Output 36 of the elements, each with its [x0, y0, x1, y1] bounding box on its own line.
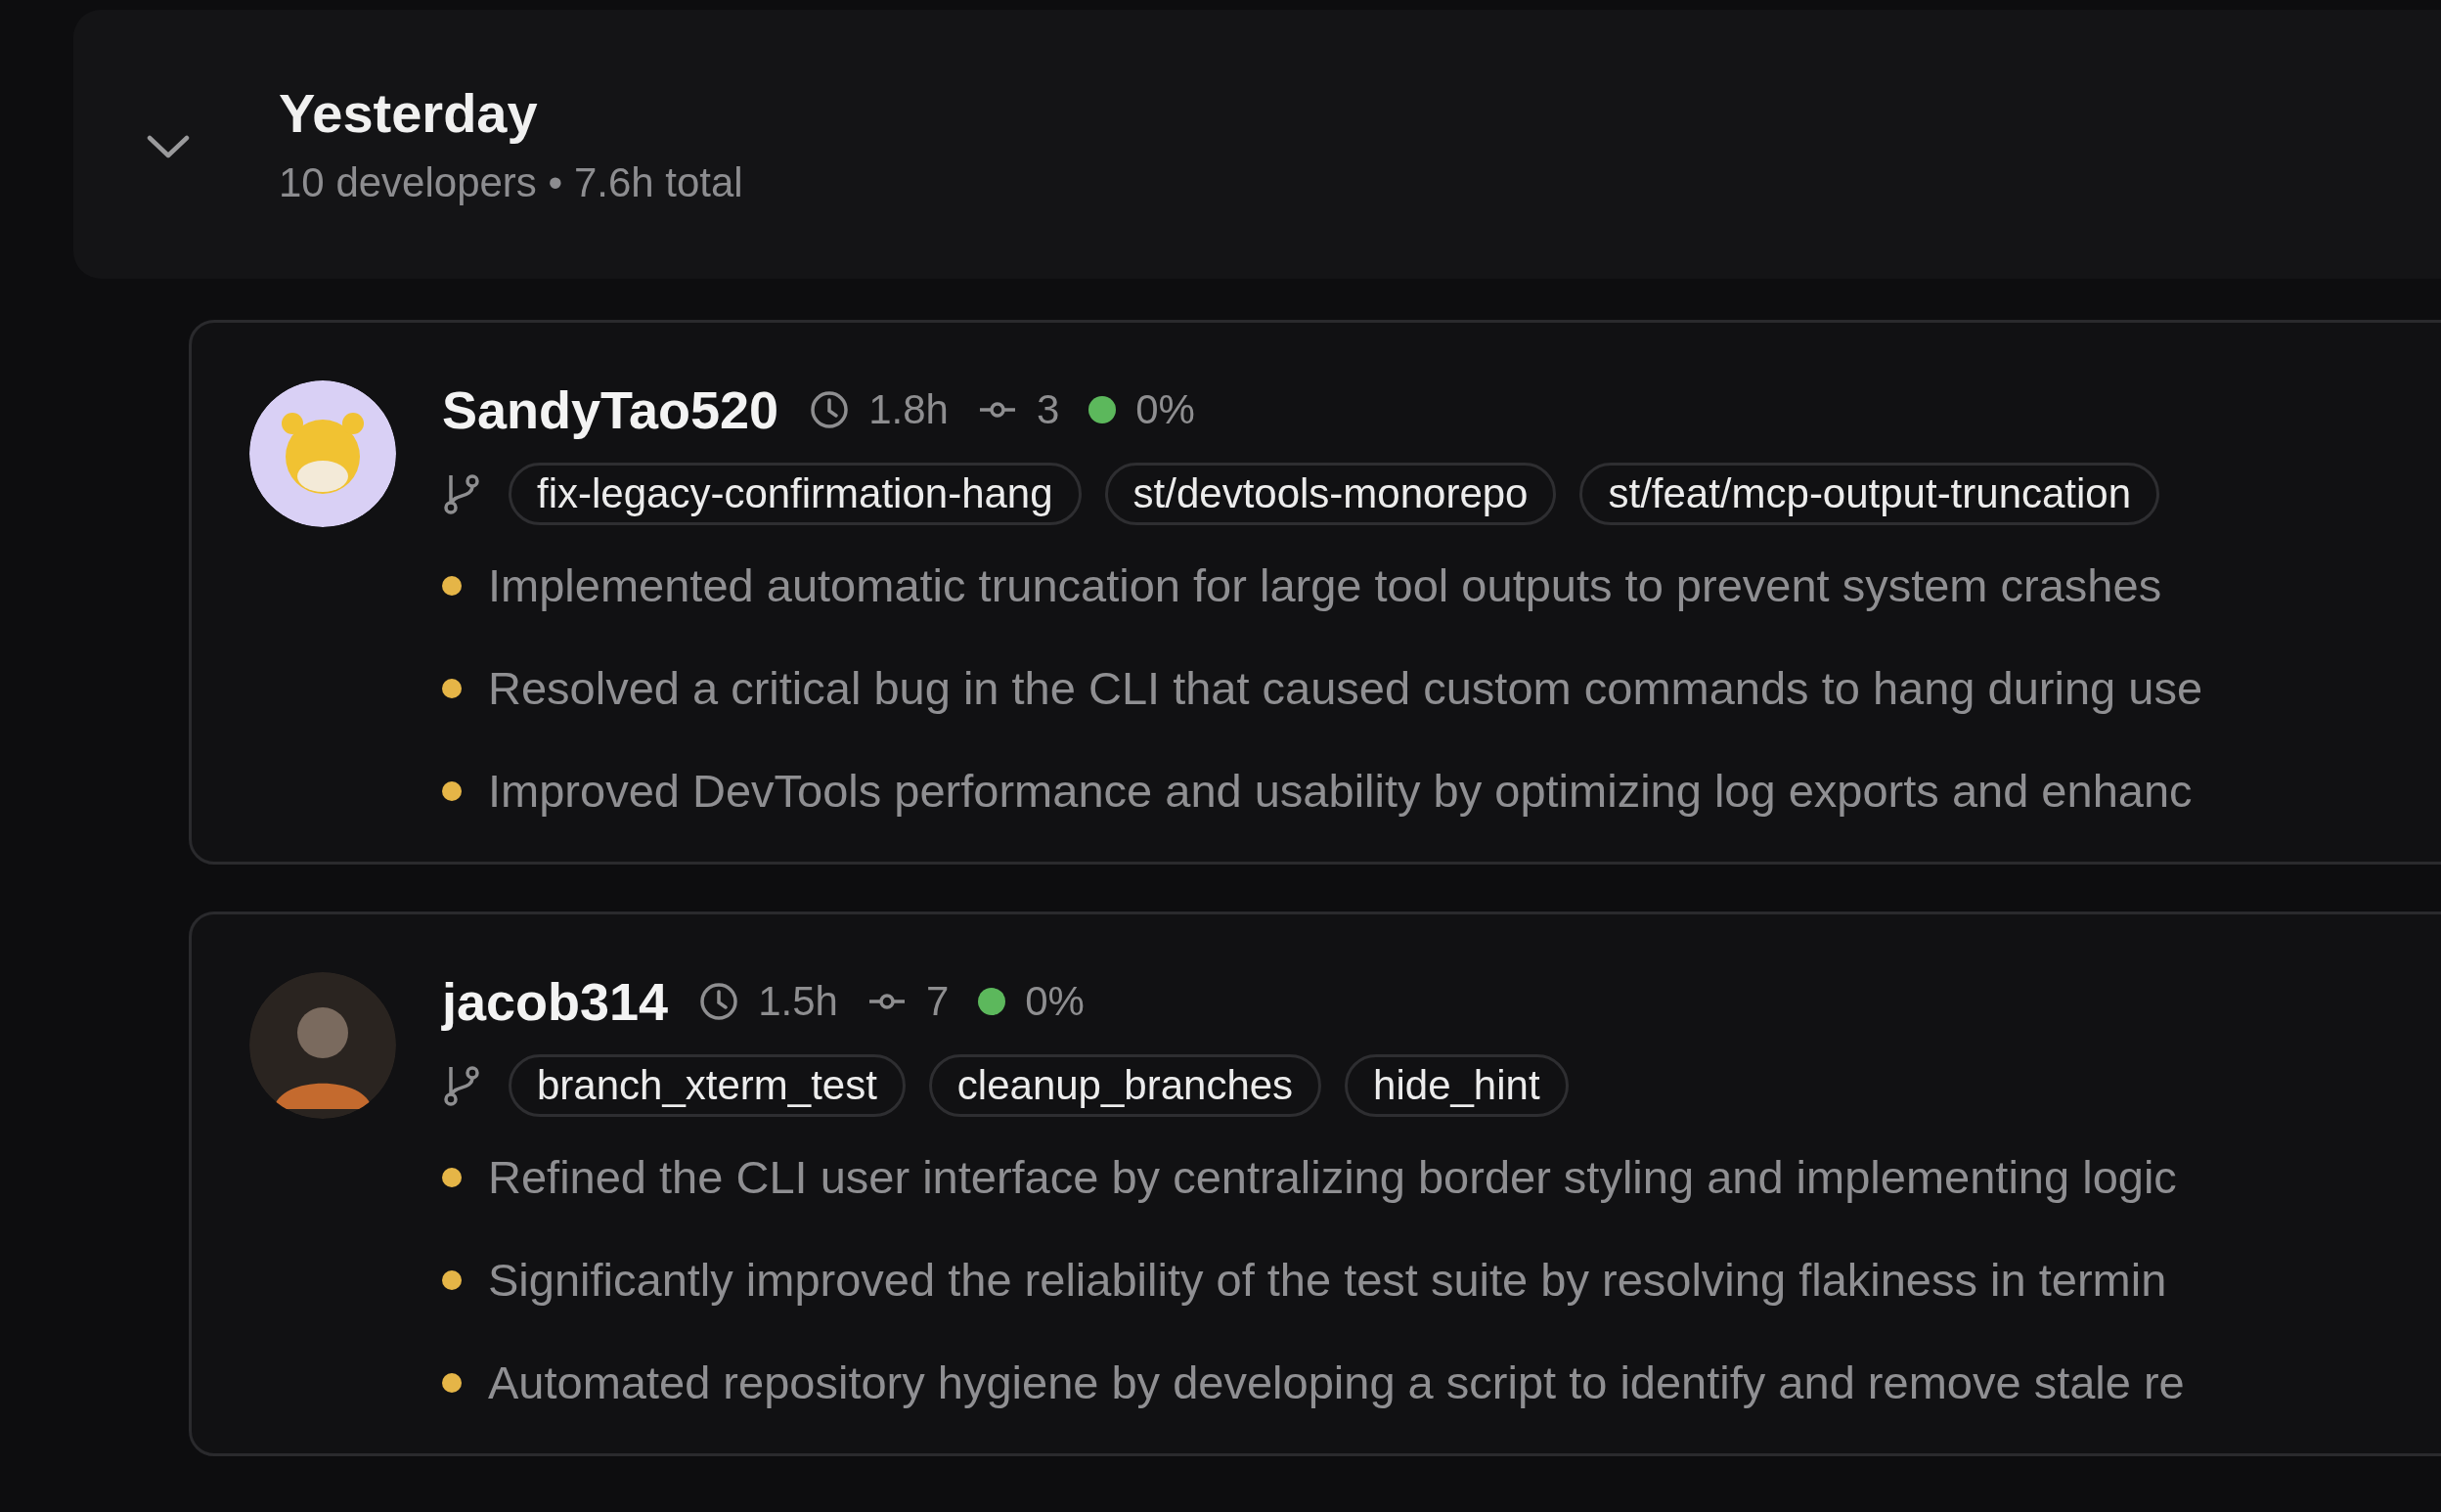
highlight-text: Refined the CLI user interface by centralizing border styling and implementing logic [488, 1150, 2177, 1205]
branch-icon [442, 1064, 481, 1107]
bullet-icon [442, 1270, 462, 1290]
commit-count: 3 [1036, 386, 1060, 433]
commit-count: 7 [925, 978, 950, 1025]
highlight-text: Significantly improved the reliability of the test suite by resolving flakiness in termin [488, 1253, 2167, 1308]
hours-text: 1.8h [868, 386, 949, 433]
developer-name: jacob314 [442, 971, 669, 1032]
group-header[interactable]: Yesterday 10 developers • 7.6h total [73, 10, 2441, 279]
group-summary: 10 developers • 7.6h total [279, 158, 743, 206]
branch-chip[interactable]: cleanup_branches [928, 1054, 1322, 1117]
commit-icon [977, 400, 1017, 420]
clock-icon [810, 390, 850, 429]
commit-icon [866, 992, 907, 1011]
hours-text: 1.5h [758, 978, 838, 1025]
clock-icon [699, 982, 739, 1021]
bullet-icon [442, 576, 462, 596]
branch-chip[interactable]: fix-legacy-confirmation-hang [509, 463, 1082, 525]
bullet-icon [442, 1373, 462, 1393]
branch-chip[interactable]: hide_hint [1345, 1054, 1569, 1117]
highlight-text: Improved DevTools performance and usability by optimizing log exports and enhanc [488, 764, 2193, 819]
highlight-text: Implemented automatic truncation for large tool outputs to prevent system crashes [488, 558, 2162, 613]
rate-text: 0% [1135, 386, 1195, 433]
bullet-icon [442, 781, 462, 801]
bullet-icon [442, 679, 462, 698]
chevron-icon[interactable] [147, 133, 190, 159]
highlight-text: Automated repository hygiene by developing a script to identify and remove stale re [488, 1356, 2185, 1410]
group-title: Yesterday [279, 82, 539, 146]
highlight-text: Resolved a critical bug in the CLI that caused custom commands to hang during use [488, 661, 2203, 716]
branch-chip[interactable]: branch_xterm_test [509, 1054, 906, 1117]
rate-text: 0% [1025, 978, 1085, 1025]
bullet-icon [442, 1168, 462, 1187]
branch-chip[interactable]: st/devtools-monorepo [1104, 463, 1557, 525]
branch-icon [442, 472, 481, 515]
branch-chip[interactable]: st/feat/mcp-output-truncation [1579, 463, 2160, 525]
developer-name: SandyTao520 [442, 379, 779, 440]
